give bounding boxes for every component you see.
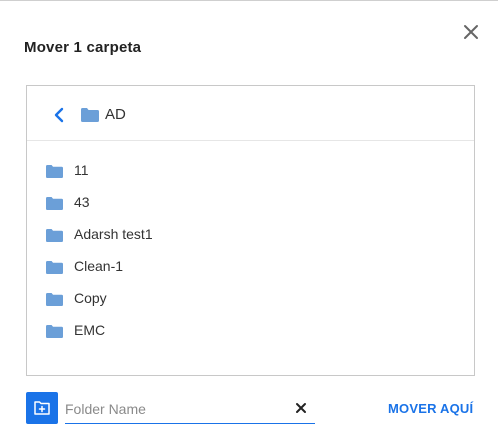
- move-dialog: Mover 1 carpeta AD 11 43 Adarsh test1 Cl…: [0, 0, 498, 445]
- folder-item[interactable]: Clean-1: [27, 250, 474, 282]
- folder-item-label: Copy: [74, 290, 107, 306]
- folder-item-label: 43: [74, 194, 90, 210]
- folder-item-label: EMC: [74, 322, 106, 338]
- folder-item[interactable]: EMC: [27, 314, 474, 346]
- folder-icon: [81, 108, 99, 122]
- folder-icon: [46, 293, 63, 306]
- clear-icon[interactable]: [295, 401, 307, 413]
- folder-list: 11 43 Adarsh test1 Clean-1 Copy EMC: [27, 154, 474, 346]
- folder-item[interactable]: Adarsh test1: [27, 218, 474, 250]
- folder-item[interactable]: 43: [27, 186, 474, 218]
- folder-icon: [46, 229, 63, 242]
- folder-item-label: Adarsh test1: [74, 226, 153, 242]
- folder-icon: [46, 197, 63, 210]
- folder-item-label: 11: [74, 162, 89, 178]
- folder-icon: [46, 261, 63, 274]
- folder-icon: [46, 165, 63, 178]
- current-folder-label: AD: [105, 106, 126, 123]
- new-folder-icon: [34, 401, 50, 415]
- folder-item[interactable]: 11: [27, 154, 474, 186]
- folder-item[interactable]: Copy: [27, 282, 474, 314]
- move-here-button[interactable]: MOVER AQUÍ: [388, 401, 473, 416]
- folder-name-field: [65, 395, 315, 424]
- close-icon[interactable]: [462, 23, 480, 41]
- new-folder-button[interactable]: [26, 392, 58, 424]
- folder-item-label: Clean-1: [74, 258, 124, 274]
- chevron-left-icon[interactable]: [52, 106, 68, 124]
- folder-icon: [46, 325, 63, 338]
- dialog-title: Mover 1 carpeta: [24, 39, 142, 56]
- folder-browser: AD 11 43 Adarsh test1 Clean-1 Copy EMC: [26, 85, 475, 376]
- folder-name-input[interactable]: [65, 398, 285, 420]
- browser-header: AD: [27, 86, 474, 141]
